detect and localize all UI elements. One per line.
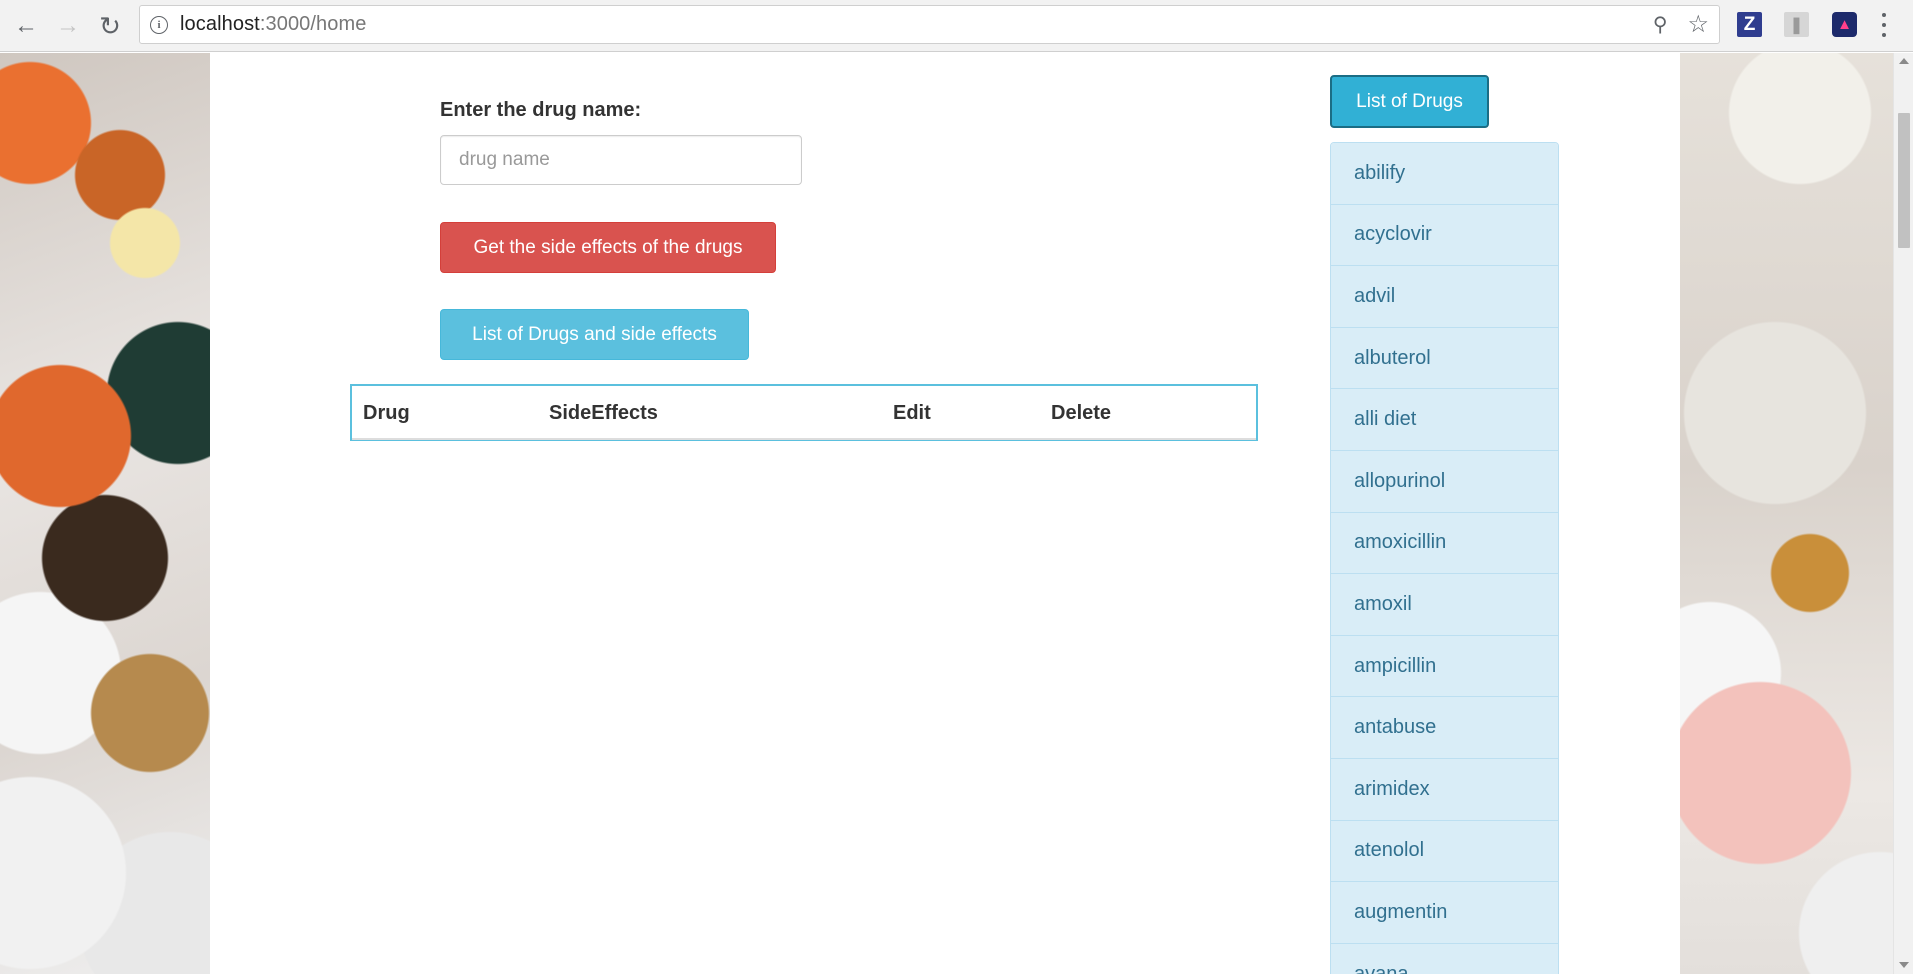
- colorzilla-icon[interactable]: ▲: [1832, 12, 1857, 37]
- url-host: localhost: [180, 13, 260, 35]
- forward-arrow-icon[interactable]: →: [51, 9, 85, 43]
- pills-background-right: [1680, 53, 1893, 974]
- drug-list-item[interactable]: avana: [1331, 943, 1558, 974]
- main-content: Enter the drug name: Get the side effect…: [210, 53, 1680, 974]
- drug-list-item[interactable]: ampicillin: [1331, 635, 1558, 698]
- list-of-drugs-button[interactable]: List of Drugs: [1330, 75, 1489, 128]
- scroll-down-arrow-icon[interactable]: [1899, 962, 1909, 968]
- drug-list-item[interactable]: amoxil: [1331, 574, 1558, 636]
- back-arrow-icon[interactable]: ←: [9, 9, 43, 43]
- drug-list-item[interactable]: augmentin: [1331, 882, 1558, 944]
- drug-list-item[interactable]: advil: [1331, 266, 1558, 328]
- scroll-thumb[interactable]: [1898, 113, 1910, 248]
- table-header-drug: Drug: [363, 402, 410, 424]
- table-header-side-effects: SideEffects: [549, 402, 658, 424]
- list-drugs-side-effects-button[interactable]: List of Drugs and side effects: [440, 309, 749, 360]
- table-header-edit: Edit: [893, 402, 931, 424]
- url-path: :3000/home: [259, 13, 367, 35]
- drug-list-item[interactable]: atenolol: [1331, 820, 1558, 883]
- address-bar[interactable]: i localhost:3000/home ⚲ ☆: [139, 5, 1720, 44]
- drug-table: Drug SideEffects Edit Delete: [350, 384, 1258, 441]
- zotero-icon[interactable]: Z: [1737, 12, 1762, 37]
- drug-name-input[interactable]: [440, 135, 802, 185]
- page-viewport: Enter the drug name: Get the side effect…: [0, 53, 1893, 974]
- browser-toolbar: ← → ↻ i localhost:3000/home ⚲ ☆ Z ❚ ▲: [0, 0, 1913, 52]
- drug-list-item[interactable]: antabuse: [1331, 697, 1558, 759]
- scroll-up-arrow-icon[interactable]: [1899, 58, 1909, 64]
- info-icon[interactable]: i: [150, 15, 168, 34]
- drug-list-item[interactable]: abilify: [1331, 143, 1558, 205]
- reload-icon[interactable]: ↻: [93, 9, 127, 43]
- drug-list-item[interactable]: acyclovir: [1331, 204, 1558, 267]
- kebab-menu-icon[interactable]: [1881, 13, 1887, 37]
- key-icon[interactable]: ⚲: [1653, 12, 1668, 37]
- page-scrollbar[interactable]: [1893, 53, 1913, 974]
- star-icon[interactable]: ☆: [1687, 10, 1709, 39]
- zotero-label: Z: [1743, 13, 1756, 35]
- drug-list: abilify acyclovir advil albuterol alli diet a…: [1330, 142, 1559, 974]
- drug-list-item[interactable]: albuterol: [1331, 327, 1558, 390]
- url-text: localhost:3000/home: [180, 13, 366, 36]
- table-header-delete: Delete: [1051, 402, 1112, 424]
- drug-list-item[interactable]: amoxicillin: [1331, 512, 1558, 575]
- drug-name-label: Enter the drug name:: [440, 99, 642, 121]
- pdf-icon[interactable]: ❚: [1784, 12, 1809, 37]
- drug-list-item[interactable]: allopurinol: [1331, 450, 1558, 513]
- drug-list-item[interactable]: alli diet: [1331, 389, 1558, 451]
- drug-list-item[interactable]: arimidex: [1331, 758, 1558, 821]
- pills-background-left: [0, 53, 210, 974]
- get-side-effects-button[interactable]: Get the side effects of the drugs: [440, 222, 776, 273]
